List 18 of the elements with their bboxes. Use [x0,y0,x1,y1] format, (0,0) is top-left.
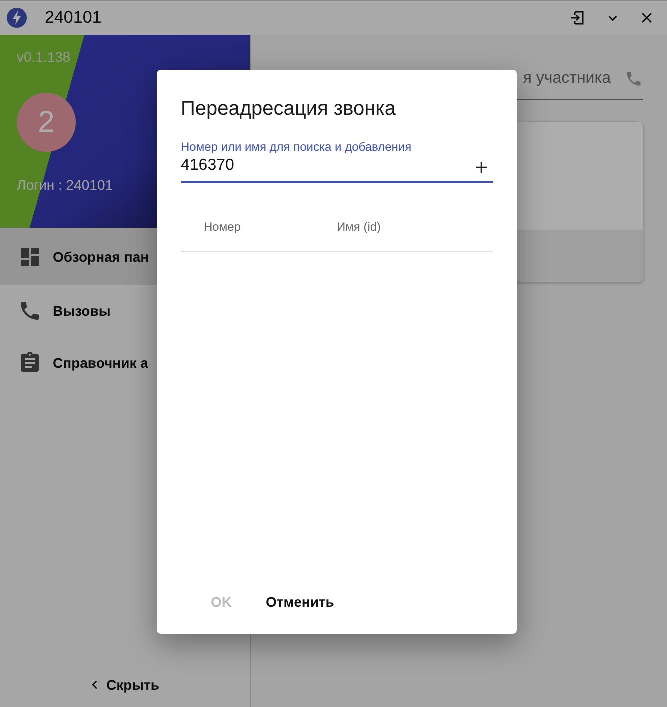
dialog-title: Переадресация звонка [181,98,396,121]
phone-icon [625,70,643,88]
version-label: v0.1.138 [17,49,71,65]
close-icon[interactable] [641,12,653,24]
column-header: Имя (id) [337,220,382,234]
plus-icon[interactable] [476,162,487,173]
nav-item[interactable]: Справочник а [0,337,250,389]
cancel-button[interactable]: Отменить [252,586,348,618]
phone-icon [18,299,42,323]
chevron-left-icon [90,679,100,691]
exit-icon[interactable] [569,10,585,26]
lightning-icon [7,8,27,28]
nav-item[interactable]: Вызовы [0,285,250,337]
window-title: 240101 [45,8,102,28]
clipboard-icon [18,351,42,375]
search-input[interactable]: 416370 [181,154,476,181]
field-label: Номер или имя для поиска и добавления [181,140,413,154]
hide-button[interactable]: Скрыть [82,673,168,697]
